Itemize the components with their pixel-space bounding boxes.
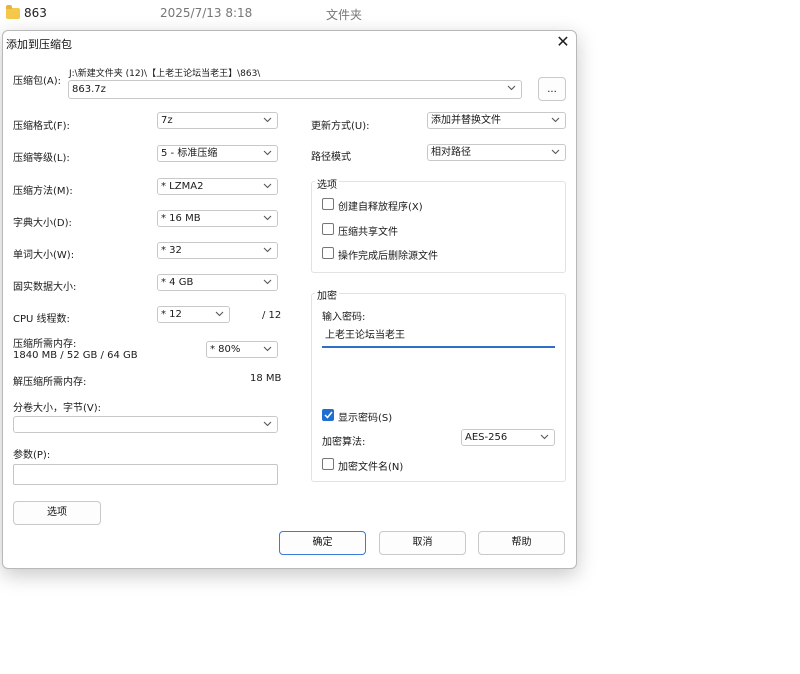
- archive-name-value: 863.7z: [72, 84, 106, 95]
- params-input[interactable]: [13, 464, 278, 485]
- encrypt-names-checkbox[interactable]: [322, 458, 334, 470]
- word-select[interactable]: * 32: [157, 242, 278, 259]
- chevron-down-icon: [263, 417, 273, 432]
- threads-value: * 12: [161, 309, 182, 320]
- options-group-title: 选项: [315, 176, 339, 191]
- word-label: 单词大小(W):: [13, 250, 75, 261]
- method-value: * LZMA2: [161, 181, 204, 192]
- folder-date: 2025/7/13 8:18: [160, 6, 253, 20]
- archive-path: J:\新建文件夹 (12)\【上老王论坛当老王】\863\: [69, 69, 261, 79]
- solid-label: 固实数据大小:: [13, 282, 77, 293]
- format-label: 压缩格式(F):: [13, 121, 70, 132]
- solid-select[interactable]: * 4 GB: [157, 274, 278, 291]
- format-value: 7z: [161, 115, 173, 126]
- decomp-mem-label: 解压缩所需内存:: [13, 377, 87, 388]
- word-value: * 32: [161, 245, 182, 256]
- help-button[interactable]: 帮助: [478, 531, 565, 555]
- level-select[interactable]: 5 - 标准压缩: [157, 145, 278, 162]
- dict-label: 字典大小(D):: [13, 218, 72, 229]
- split-combo[interactable]: [13, 416, 278, 433]
- chevron-down-icon: [263, 243, 273, 258]
- sfx-label: 创建自释放程序(X): [338, 202, 423, 213]
- ok-button[interactable]: 确定: [279, 531, 366, 555]
- explorer-file-row[interactable]: 863 2025/7/13 8:18 文件夹: [0, 0, 800, 28]
- encryption-group-title: 加密: [315, 287, 339, 302]
- mem-label: 压缩所需内存:: [13, 339, 77, 350]
- dict-value: * 16 MB: [161, 213, 201, 224]
- folder-name: 863: [24, 6, 47, 20]
- chevron-down-icon: [551, 113, 561, 128]
- folder-icon: [6, 5, 20, 19]
- mem-value: * 80%: [210, 344, 241, 355]
- password-label: 输入密码:: [322, 312, 366, 323]
- update-value: 添加并替换文件: [431, 115, 501, 126]
- update-select[interactable]: 添加并替换文件: [427, 112, 566, 129]
- delete-source-checkbox[interactable]: [322, 247, 334, 259]
- enc-method-label: 加密算法:: [322, 437, 366, 448]
- chevron-down-icon: [263, 342, 273, 357]
- enc-method-select[interactable]: AES-256: [461, 429, 555, 446]
- sfx-checkbox[interactable]: [322, 198, 334, 210]
- mem-select[interactable]: * 80%: [206, 341, 278, 358]
- cancel-button[interactable]: 取消: [379, 531, 466, 555]
- add-to-archive-dialog: 添加到压缩包 ✕ 压缩包(A): J:\新建文件夹 (12)\【上老王论坛当老王…: [2, 30, 577, 569]
- encrypt-names-label: 加密文件名(N): [338, 462, 404, 473]
- dict-select[interactable]: * 16 MB: [157, 210, 278, 227]
- threads-label: CPU 线程数:: [13, 314, 70, 325]
- level-value: 5 - 标准压缩: [161, 148, 218, 159]
- chevron-down-icon: [263, 275, 273, 290]
- format-select[interactable]: 7z: [157, 112, 278, 129]
- path-value: 相对路径: [431, 147, 471, 158]
- archive-label: 压缩包(A):: [13, 76, 62, 87]
- folder-type: 文件夹: [326, 8, 363, 22]
- path-label: 路径模式: [311, 152, 351, 163]
- chevron-down-icon: [215, 307, 225, 322]
- split-label: 分卷大小，字节(V):: [13, 403, 102, 414]
- method-label: 压缩方法(M):: [13, 186, 73, 197]
- threads-total: / 12: [262, 310, 282, 321]
- method-select[interactable]: * LZMA2: [157, 178, 278, 195]
- params-label: 参数(P):: [13, 450, 51, 461]
- solid-value: * 4 GB: [161, 277, 194, 288]
- chevron-down-icon: [263, 146, 273, 161]
- enc-method-value: AES-256: [465, 432, 508, 443]
- show-password-checkbox[interactable]: [322, 409, 334, 421]
- chevron-down-icon: [507, 81, 517, 96]
- chevron-down-icon: [540, 430, 550, 445]
- show-password-label: 显示密码(S): [338, 413, 393, 424]
- archive-name-combo[interactable]: 863.7z: [68, 80, 522, 99]
- dialog-title: 添加到压缩包: [6, 38, 72, 51]
- chevron-down-icon: [551, 145, 561, 160]
- delete-source-label: 操作完成后删除源文件: [338, 251, 438, 262]
- close-icon[interactable]: ✕: [551, 32, 575, 54]
- level-label: 压缩等级(L):: [13, 153, 70, 164]
- chevron-down-icon: [263, 211, 273, 226]
- password-input[interactable]: 上老王论坛当老王: [322, 327, 555, 348]
- browse-button[interactable]: ...: [538, 77, 566, 101]
- update-label: 更新方式(U):: [311, 121, 370, 132]
- shared-checkbox[interactable]: [322, 223, 334, 235]
- mem-detail: 1840 MB / 52 GB / 64 GB: [13, 350, 138, 361]
- decomp-mem-value: 18 MB: [250, 373, 282, 384]
- chevron-down-icon: [263, 113, 273, 128]
- chevron-down-icon: [263, 179, 273, 194]
- shared-label: 压缩共享文件: [338, 227, 398, 238]
- threads-select[interactable]: * 12: [157, 306, 230, 323]
- path-select[interactable]: 相对路径: [427, 144, 566, 161]
- options-button[interactable]: 选项: [13, 501, 101, 525]
